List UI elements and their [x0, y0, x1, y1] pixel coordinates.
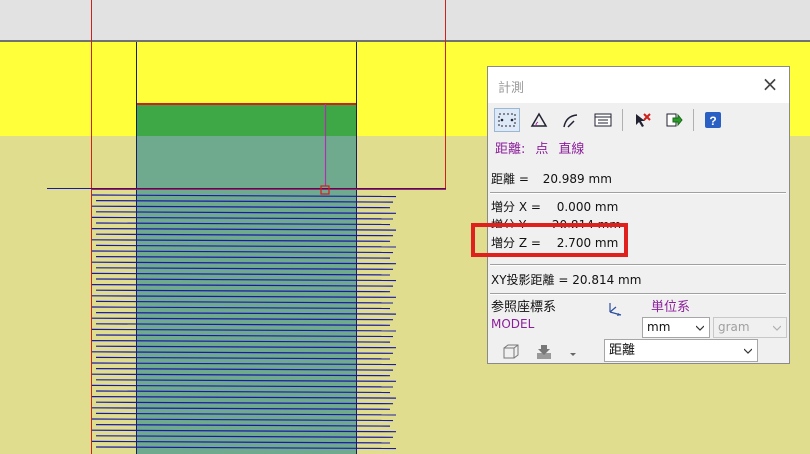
highlight-box [471, 223, 628, 257]
xy-row: XY投影距離 = 20.814 mm [491, 271, 641, 288]
mode-from: 点 [535, 142, 549, 157]
units-label: 単位系 [651, 300, 691, 315]
chevron-down-icon [696, 325, 704, 331]
svg-text:?: ? [709, 114, 716, 128]
xy-label: XY投影距離 = [491, 273, 569, 287]
measure-type-select[interactable]: 距離 [604, 339, 758, 362]
green-block [137, 104, 356, 136]
close-icon[interactable]: × [759, 73, 781, 95]
xy-value: 20.814 mm [572, 273, 642, 287]
help-icon[interactable]: ? [700, 108, 726, 132]
measure-dialog: 計測 × ? 距離: 点直線 距離 = 20.989 mm 増分 X = 0.0… [487, 66, 790, 364]
mass-unit-select: gram [713, 317, 787, 338]
dropdown-arrow-icon[interactable] [569, 347, 577, 361]
measure-mode: 距離: 点直線 [495, 138, 594, 157]
export-icon[interactable] [661, 108, 687, 132]
distance-value: 20.989 mm [542, 172, 612, 186]
dx-row: 増分 X = 0.000 mm [491, 198, 618, 215]
length-unit-value: mm [647, 320, 671, 334]
length-unit-select[interactable]: mm [642, 317, 710, 338]
mode-to: 直線 [558, 142, 585, 157]
axis-icon[interactable] [606, 300, 626, 321]
measure-type-value: 距離 [609, 343, 636, 358]
dialog-titlebar: 計測 × [488, 67, 789, 103]
angle-icon[interactable] [526, 108, 552, 132]
chevron-down-icon [773, 325, 781, 331]
divider [490, 264, 786, 266]
list-icon[interactable] [590, 108, 616, 132]
teal-block [137, 136, 356, 454]
clear-selection-icon[interactable] [629, 108, 655, 132]
distance-label: 距離 = [491, 172, 529, 186]
toolbar-separator [693, 109, 694, 131]
save-icon[interactable] [535, 344, 553, 363]
dialog-title: 計測 [498, 81, 525, 96]
toolbar-separator [622, 109, 623, 131]
divider [490, 293, 786, 295]
mode-label: 距離: [495, 142, 526, 157]
distance-row: 距離 = 20.989 mm [491, 170, 612, 187]
viewport-top-band [0, 0, 810, 41]
dx-label: 増分 X = [491, 200, 541, 214]
divider [490, 192, 786, 194]
ref-label: 参照座標系 [491, 300, 557, 315]
ref-value: MODEL [491, 317, 535, 331]
dx-value: 0.000 mm [556, 200, 619, 214]
box-icon[interactable] [502, 344, 520, 363]
point-to-point-icon[interactable] [494, 108, 520, 132]
arc-icon[interactable] [558, 108, 584, 132]
measure-toolbar: ? [494, 107, 732, 133]
chevron-down-icon [744, 348, 752, 354]
mass-unit-value: gram [718, 320, 750, 334]
